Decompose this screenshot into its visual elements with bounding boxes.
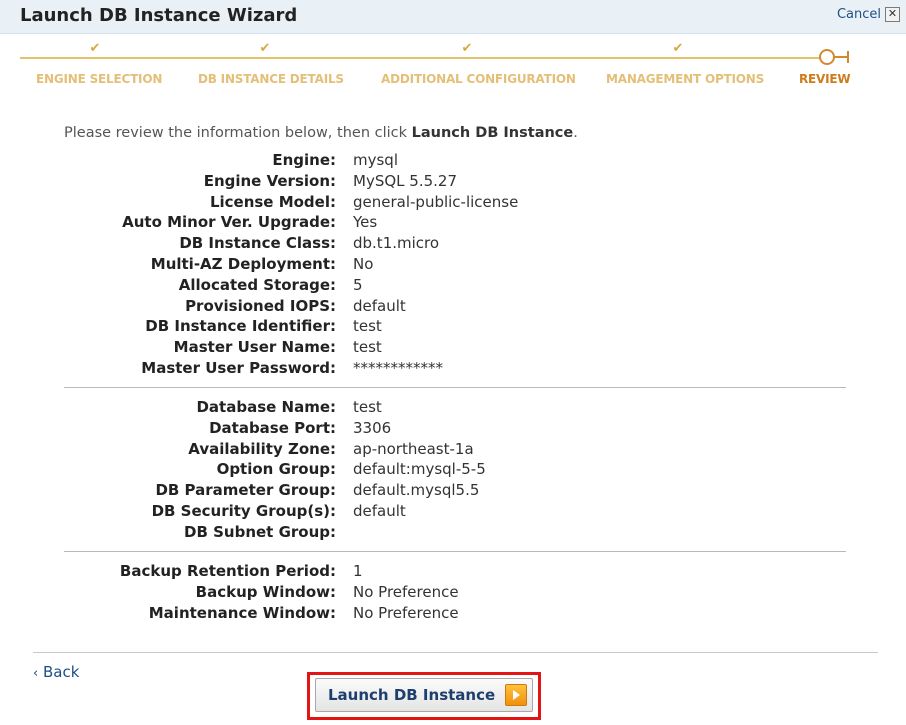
field-value: MySQL 5.5.27 (353, 171, 457, 190)
intro-action: Launch DB Instance (411, 125, 574, 141)
step-1-check-icon: ✔ (89, 41, 101, 56)
field-label: Option Group: (216, 460, 336, 479)
field-value: No Preference (353, 582, 459, 601)
wizard-title: Launch DB Instance Wizard (20, 5, 298, 26)
step-2-check-icon: ✔ (259, 41, 271, 56)
field-value: ************ (353, 359, 443, 377)
field-label: DB Subnet Group: (184, 522, 336, 541)
field-label: DB Parameter Group: (155, 481, 336, 500)
field-label: Database Port: (209, 418, 336, 437)
step-review: REVIEW (799, 72, 851, 86)
field-label: DB Instance Class: (179, 234, 336, 253)
field-value: 1 (353, 562, 363, 580)
field-value: general-public-license (353, 192, 519, 211)
field-label: Availability Zone: (188, 439, 336, 458)
field-label: Maintenance Window: (148, 603, 336, 622)
field-label: Engine Version: (203, 171, 336, 190)
step-3-check-icon: ✔ (461, 41, 473, 56)
field-value: test (353, 317, 382, 336)
cancel-button[interactable]: Cancel ✕ (837, 7, 900, 22)
field-label: Engine: (272, 151, 336, 169)
field-label: Master User Name: (173, 338, 336, 357)
field-value: default:mysql-5-5 (353, 460, 486, 479)
step-management-options: MANAGEMENT OPTIONS (606, 72, 765, 86)
step-engine-selection: ENGINE SELECTION (36, 72, 163, 86)
launch-db-instance-button[interactable]: Launch DB Instance (315, 678, 533, 712)
cancel-label: Cancel (836, 7, 881, 22)
field-value: db.t1.micro (353, 234, 440, 253)
field-label: Provisioned IOPS: (185, 296, 336, 315)
progress-track-cap (847, 51, 849, 63)
review-intro: Please review the information below, the… (64, 125, 578, 141)
field-label: Backup Window: (195, 582, 336, 601)
progress-track-end (834, 56, 848, 58)
field-value: test (353, 338, 382, 357)
field-label: Backup Retention Period: (119, 562, 336, 580)
footer-divider (33, 652, 878, 653)
field-value: default (353, 296, 406, 315)
field-label: Allocated Storage: (178, 275, 336, 294)
progress-track (20, 57, 826, 59)
field-label: Multi-AZ Deployment: (150, 255, 336, 273)
field-value: Yes (353, 213, 378, 232)
field-label: Master User Password: (141, 359, 336, 377)
field-label: Auto Minor Ver. Upgrade: (122, 213, 336, 232)
field-value: 3306 (353, 418, 392, 437)
back-label: Back (42, 663, 80, 681)
intro-period: . (573, 125, 578, 141)
field-value: 5 (353, 275, 363, 294)
step-db-instance-details: DB INSTANCE DETAILS (198, 72, 344, 86)
field-value: mysql (353, 151, 398, 169)
field-value: No (353, 255, 374, 273)
field-value: default.mysql5.5 (353, 481, 480, 500)
arrow-right-icon (505, 684, 527, 706)
intro-text: Please review the information below, the… (64, 125, 412, 141)
field-label: Database Name: (196, 398, 336, 416)
section-divider (64, 387, 846, 388)
field-label: DB Instance Identifier: (145, 317, 336, 336)
step-4-check-icon: ✔ (672, 41, 684, 56)
step-5-current-icon (819, 49, 835, 65)
field-label: DB Security Group(s): (151, 502, 336, 520)
field-value: default (353, 502, 406, 520)
step-additional-configuration: ADDITIONAL CONFIGURATION (381, 72, 576, 86)
section-divider (64, 551, 846, 552)
chevron-left-icon: ‹ (33, 666, 39, 681)
field-label: License Model: (209, 192, 336, 211)
field-value: ap-northeast-1a (353, 439, 474, 458)
wizard-titlebar: Launch DB Instance Wizard Cancel ✕ (0, 0, 906, 34)
close-icon[interactable]: ✕ (885, 7, 900, 22)
launch-button-label: Launch DB Instance (328, 686, 496, 704)
back-link[interactable]: ‹ Back (33, 663, 79, 681)
field-value: test (353, 398, 382, 416)
field-value: No Preference (353, 603, 459, 622)
